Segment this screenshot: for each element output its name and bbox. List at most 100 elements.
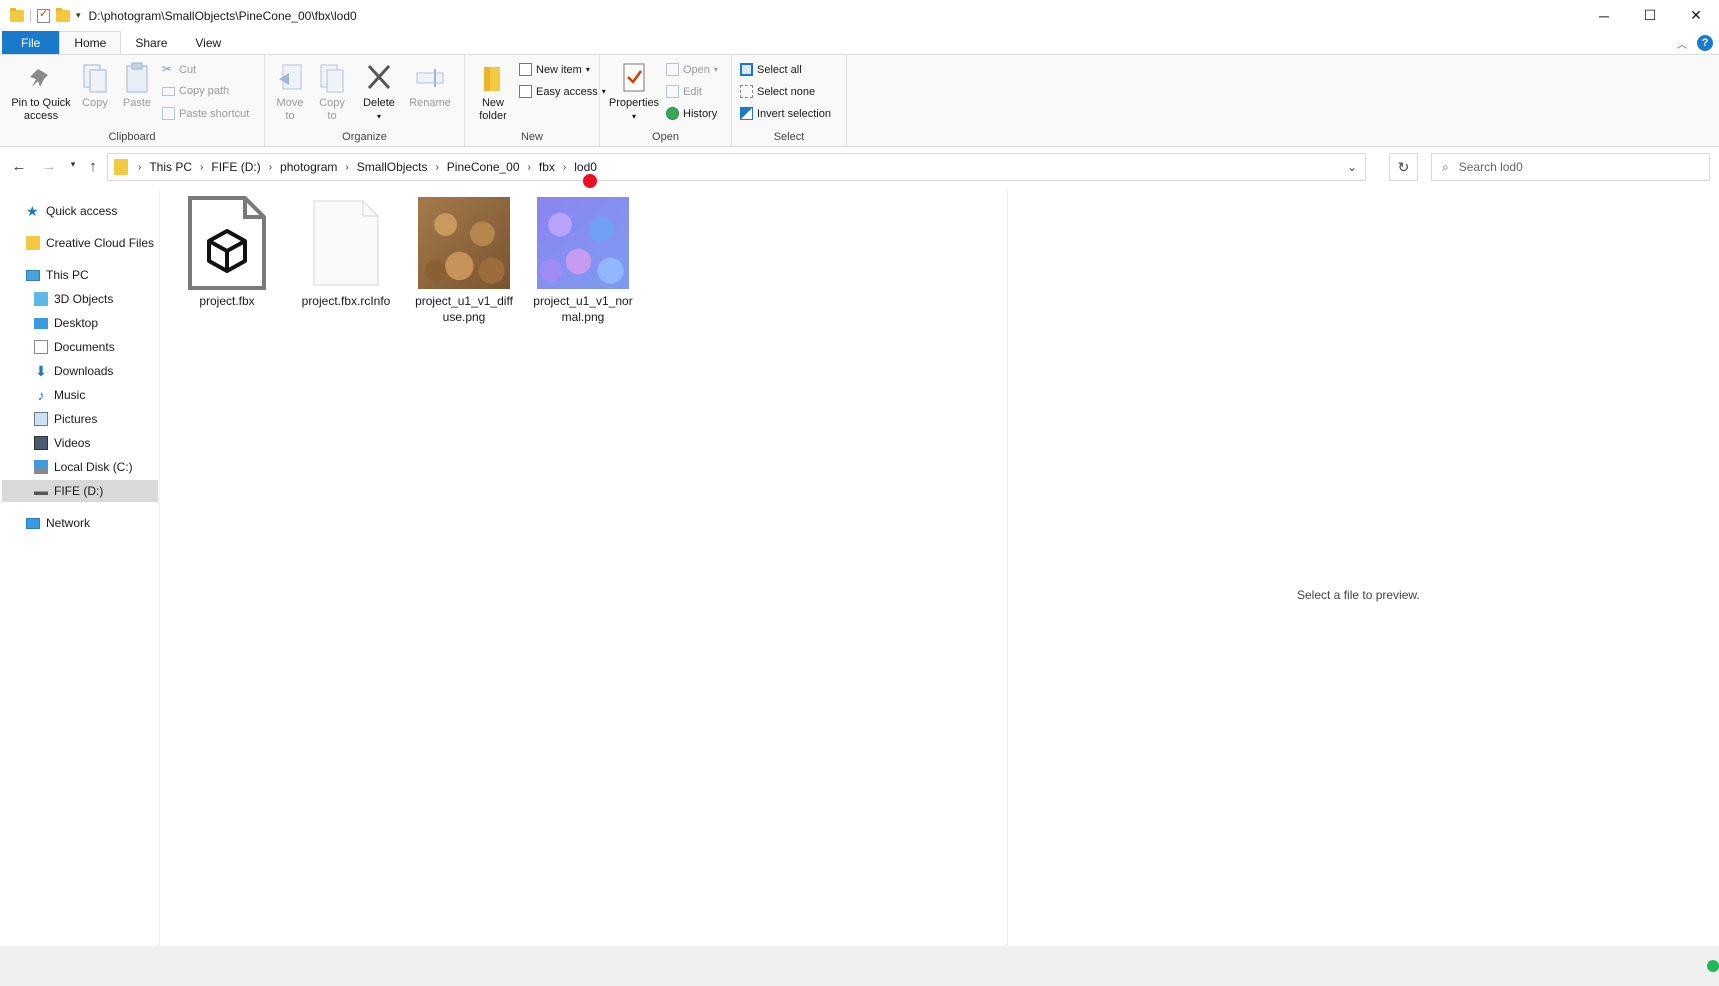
properties-icon[interactable] — [37, 7, 50, 23]
customize-toolbar-dropdown-icon[interactable]: ▾ — [76, 10, 81, 21]
copy-path-button[interactable]: Copy path — [162, 85, 229, 97]
preview-pane-divider[interactable] — [1007, 190, 1008, 946]
cut-button[interactable]: ✂ Cut — [162, 63, 196, 76]
close-button[interactable]: ✕ — [1673, 0, 1719, 31]
help-icon[interactable]: ? — [1697, 35, 1713, 51]
sidebar-item-quick-access[interactable]: ★ Quick access — [26, 200, 117, 222]
minimize-button[interactable]: ─ — [1581, 0, 1627, 31]
new-item-icon — [519, 63, 532, 76]
diffuse-texture-thumbnail — [418, 197, 510, 289]
copy-to-button[interactable]: Copy to — [315, 61, 349, 123]
easy-access-button[interactable]: Easy access ▾ — [519, 85, 606, 98]
breadcrumb-smallobjects[interactable]: SmallObjects — [353, 160, 432, 174]
new-folder-button[interactable]: New folder — [473, 61, 513, 123]
3d-objects-icon — [34, 292, 48, 306]
music-note-icon: ♪ — [37, 387, 45, 403]
history-button[interactable]: History — [666, 107, 717, 120]
refresh-icon: ↻ — [1397, 158, 1410, 175]
select-none-button[interactable]: Select none — [740, 85, 815, 98]
breadcrumb-chevron-icon[interactable]: › — [134, 162, 145, 173]
notification-icon[interactable] — [1707, 960, 1719, 972]
breadcrumb-chevron-icon[interactable]: › — [341, 162, 352, 173]
search-box[interactable]: ⌕ Search lod0 — [1431, 153, 1710, 181]
collapse-ribbon-icon[interactable]: ︿ — [1677, 36, 1687, 51]
select-none-label: Select none — [757, 85, 816, 98]
address-bar[interactable]: › This PC › FIFE (D:) › photogram › Smal… — [107, 153, 1366, 181]
sidebar-item-fife-d[interactable]: FIFE (D:) — [2, 480, 158, 502]
folder-icon — [114, 159, 128, 175]
pane-divider[interactable] — [159, 190, 160, 946]
sidebar-item-creative-cloud[interactable]: Creative Cloud Files — [26, 232, 154, 254]
move-to-icon — [279, 64, 302, 90]
copy-button[interactable]: Copy — [78, 61, 112, 110]
sidebar-item-documents[interactable]: Documents — [34, 336, 115, 358]
invert-selection-button[interactable]: Invert selection — [740, 107, 831, 120]
address-history-dropdown-icon[interactable]: ⌄ — [1347, 160, 1357, 174]
new-group: New folder New item ▾ Easy access ▾ New — [465, 55, 606, 146]
tab-view[interactable]: View — [181, 31, 235, 55]
sidebar-item-downloads[interactable]: ⬇ Downloads — [34, 360, 113, 382]
breadcrumb-chevron-icon[interactable]: › — [196, 162, 207, 173]
sidebar-item-pictures[interactable]: Pictures — [34, 408, 97, 430]
recent-locations-chevron-icon[interactable]: ▾ — [62, 159, 84, 170]
title-bar: ▾ D:\photogram\SmallObjects\PineCone_00\… — [0, 0, 1719, 31]
click-marker — [583, 174, 597, 188]
open-button[interactable]: Open ▾ — [666, 63, 718, 76]
breadcrumb-this-pc[interactable]: This PC — [145, 160, 196, 174]
pin-to-quick-access-button[interactable]: Pin to Quick access — [6, 61, 76, 123]
breadcrumb-chevron-icon[interactable]: › — [265, 162, 276, 173]
move-to-button[interactable]: Move to — [273, 61, 307, 123]
tab-share[interactable]: Share — [121, 31, 181, 55]
breadcrumb-chevron-icon[interactable]: › — [559, 162, 570, 173]
properties-dropdown-icon[interactable]: ▾ — [632, 110, 636, 123]
breadcrumb-fife-d[interactable]: FIFE (D:) — [207, 160, 264, 174]
paste-shortcut-button[interactable]: Paste shortcut — [162, 107, 249, 120]
paste-button[interactable]: Paste — [120, 61, 154, 110]
sidebar-item-videos[interactable]: Videos — [34, 432, 90, 454]
delete-dropdown-icon[interactable]: ▾ — [377, 110, 381, 123]
new-folder-icon[interactable] — [56, 7, 70, 22]
new-group-label: New — [520, 131, 543, 143]
forward-arrow-icon[interactable]: → — [38, 158, 60, 175]
back-arrow-icon[interactable]: ← — [8, 158, 30, 175]
sidebar-item-network[interactable]: Network — [26, 512, 90, 534]
breadcrumb-photogram[interactable]: photogram — [276, 160, 341, 174]
up-arrow-icon[interactable]: ↑ — [82, 158, 104, 175]
refresh-button[interactable]: ↻ — [1389, 153, 1418, 181]
delete-button[interactable]: Delete ▾ — [359, 61, 399, 123]
select-group: Select all Select none Invert selection … — [732, 55, 847, 146]
tab-home[interactable]: Home — [59, 31, 122, 55]
windows-drive-icon — [34, 460, 48, 474]
copy-path-icon — [162, 86, 175, 96]
organize-group: Move to Copy to Delete ▾ Rename Organize — [265, 55, 465, 146]
new-item-button[interactable]: New item ▾ — [519, 63, 590, 76]
rename-button[interactable]: Rename — [405, 61, 455, 110]
edit-button[interactable]: Edit — [666, 85, 702, 98]
maximize-button[interactable]: ☐ — [1627, 0, 1673, 31]
file-name: project_u1_v1_diffuse.png — [415, 294, 513, 324]
move-to-label-2: to — [285, 110, 295, 122]
sidebar-item-3d-objects[interactable]: 3D Objects — [34, 288, 113, 310]
sidebar-item-label: Quick access — [46, 204, 118, 218]
select-all-button[interactable]: Select all — [740, 63, 802, 76]
breadcrumb-chevron-icon[interactable]: › — [431, 162, 442, 173]
new-item-dropdown-icon: ▾ — [585, 65, 590, 74]
scissors-icon: ✂ — [162, 62, 173, 76]
new-item-label: New item — [536, 63, 582, 76]
sidebar-item-local-disk-c[interactable]: Local Disk (C:) — [34, 456, 133, 478]
file-item[interactable]: project.fbx — [177, 196, 277, 309]
breadcrumb-chevron-icon[interactable]: › — [524, 162, 535, 173]
properties-button[interactable]: Properties ▾ — [604, 61, 664, 123]
file-item[interactable]: project_u1_v1_normal.png — [533, 197, 633, 325]
breadcrumb-lod0[interactable]: lod0 — [570, 160, 601, 174]
sidebar-item-music[interactable]: ♪ Music — [34, 384, 86, 406]
sidebar-item-desktop[interactable]: Desktop — [34, 312, 98, 334]
tab-file[interactable]: File — [2, 31, 60, 55]
breadcrumb-fbx[interactable]: fbx — [535, 160, 559, 174]
file-item[interactable]: project_u1_v1_diffuse.png — [414, 197, 514, 325]
sidebar-item-this-pc[interactable]: This PC — [26, 264, 89, 286]
creative-cloud-folder-icon — [26, 236, 40, 250]
navigation-pane: ★ Quick access Creative Cloud Files This… — [0, 196, 160, 946]
file-item[interactable]: project.fbx.rcInfo — [296, 197, 396, 309]
breadcrumb-pinecone[interactable]: PineCone_00 — [443, 160, 524, 174]
